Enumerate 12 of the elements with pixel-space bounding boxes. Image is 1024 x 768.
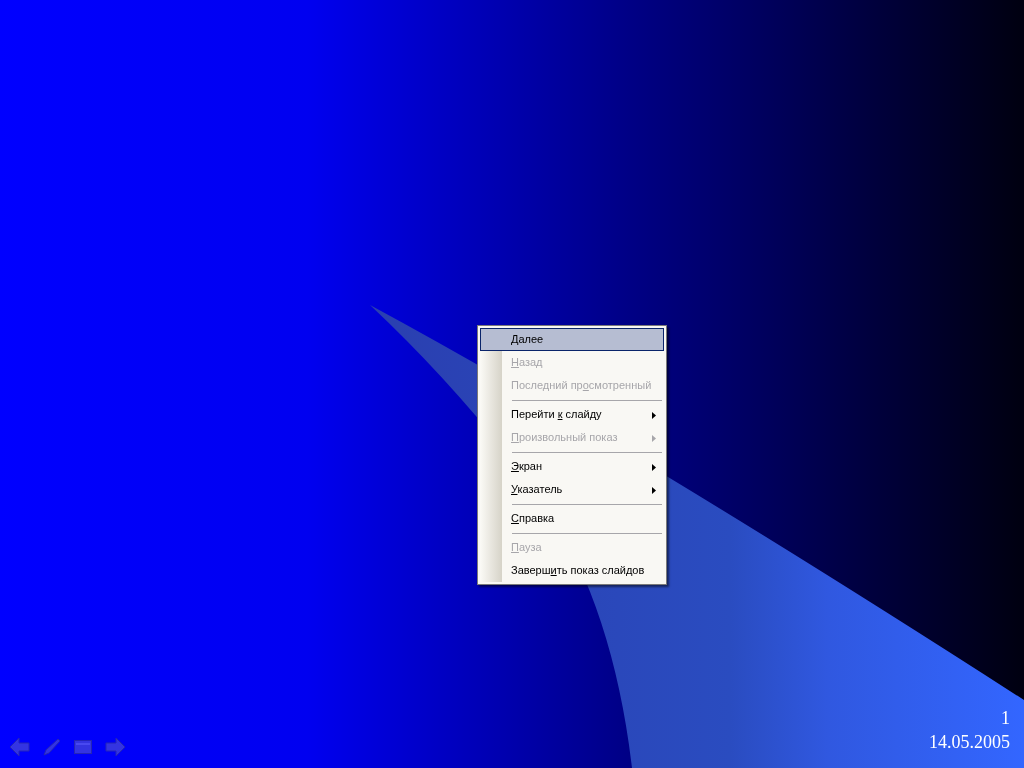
pen-icon[interactable] [43,738,61,756]
menu-item[interactable]: Указатель [480,478,664,501]
menu-item[interactable]: Завершить показ слайдов [480,559,664,582]
slide-date: 14.05.2005 [929,731,1010,754]
menu-item[interactable]: Справка [480,507,664,530]
screen-icon[interactable] [74,740,92,754]
menu-item[interactable]: Экран [480,455,664,478]
menu-item[interactable]: Далее [480,328,664,351]
arrow-left-icon[interactable] [10,738,30,756]
arrow-right-icon[interactable] [105,738,125,756]
slide-number: 1 [1001,707,1010,730]
menu-item[interactable]: Перейти к слайду [480,403,664,426]
